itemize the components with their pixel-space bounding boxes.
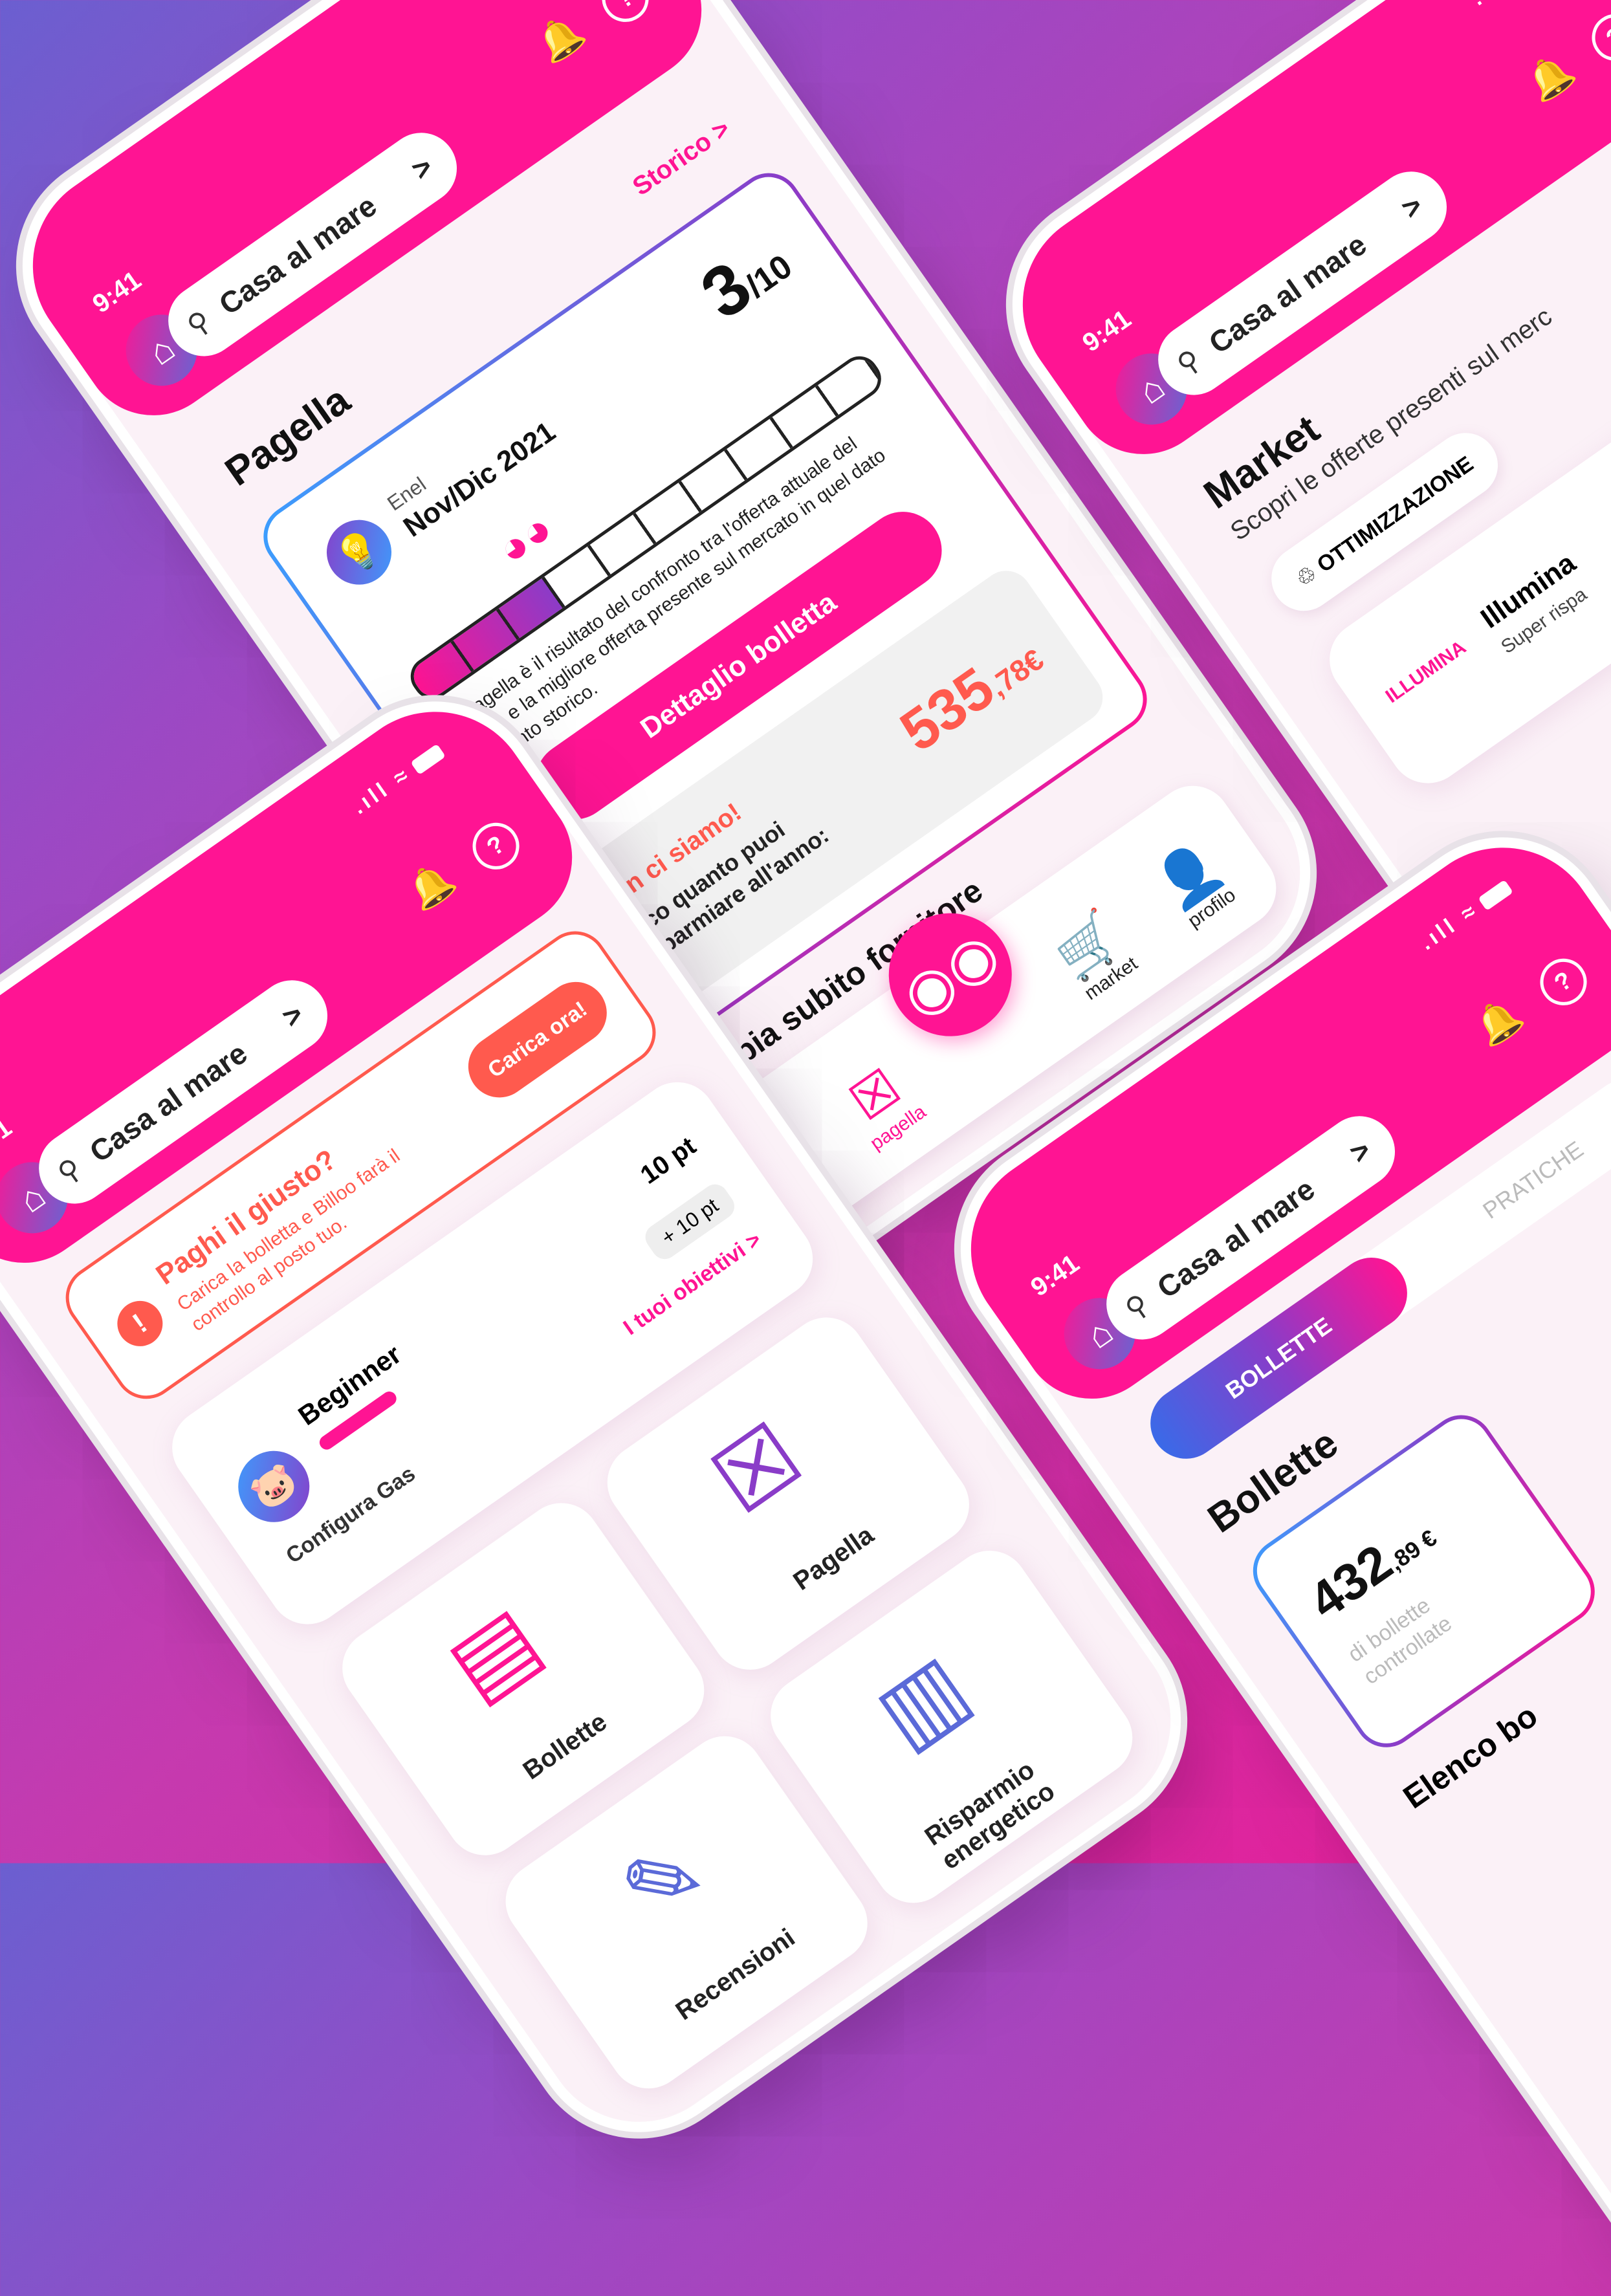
status-time: 9:41: [1025, 1249, 1085, 1302]
help-icon[interactable]: ?: [463, 813, 529, 879]
chevron-right-icon: >: [1343, 1132, 1377, 1170]
location-label: Casa al mare: [1150, 1172, 1321, 1305]
bell-icon[interactable]: 🔔: [529, 7, 592, 70]
mascot-icon: ◕◕: [488, 502, 562, 575]
savings-amount: 535,78€: [889, 622, 1054, 765]
offer-logo: ILLUMINA: [1381, 637, 1470, 708]
piggy-icon: 🐷: [224, 1437, 323, 1536]
provider-icon: 💡: [314, 507, 404, 598]
nav-market[interactable]: 🛒 market: [1045, 904, 1144, 1007]
tile-bollette-label: Bollette: [518, 1707, 612, 1786]
bell-icon[interactable]: 🔔: [1467, 990, 1530, 1053]
document-icon: ▤: [430, 1586, 558, 1719]
location-selector[interactable]: ⚲ Casa al mare >: [154, 118, 471, 371]
storico-link[interactable]: Storico >: [628, 114, 736, 202]
battery-icon: [410, 743, 446, 775]
report-icon: ☒: [694, 1403, 820, 1534]
goals-link[interactable]: I tuoi obiettivi >: [619, 1227, 766, 1341]
pencil-icon: ✎: [603, 1818, 724, 1945]
alert-icon: !: [108, 1292, 172, 1355]
chevron-right-icon: >: [405, 149, 439, 187]
status-icons: .ıll ≈: [1467, 0, 1567, 11]
score-display: 3/10: [686, 218, 804, 335]
nav-pagella[interactable]: ☒ pagella: [833, 1053, 930, 1155]
tile-pagella-label: Pagella: [788, 1520, 879, 1596]
chevron-right-icon: >: [1395, 188, 1429, 226]
help-icon[interactable]: ?: [1583, 5, 1611, 70]
bell-icon[interactable]: 🔔: [1518, 46, 1582, 109]
location-label: Casa al mare: [212, 188, 383, 322]
savings-chart-icon: ▥: [858, 1634, 987, 1767]
nav-profilo[interactable]: 👤 profilo: [1146, 833, 1245, 936]
tile-recensioni-label: Recensioni: [670, 1923, 800, 2026]
help-icon[interactable]: ?: [1531, 949, 1596, 1014]
location-label: Casa al mare: [83, 1036, 254, 1169]
location-label: Casa al mare: [1202, 227, 1373, 360]
header-actions: 🔔 ?: [1451, 947, 1596, 1069]
status-time: 9:41: [1077, 304, 1137, 358]
header-actions: 🔔 ?: [383, 811, 529, 934]
level-points: 10 pt: [635, 1132, 701, 1190]
location-selector[interactable]: ⚲ Casa al mare >: [1144, 157, 1461, 410]
upload-bill-button[interactable]: Carica ora!: [455, 969, 619, 1110]
header-actions: 🔔 ?: [1502, 3, 1611, 125]
chevron-right-icon: >: [276, 996, 310, 1034]
status-time: 9:41: [87, 265, 147, 319]
status-icons: .ıll ≈: [347, 739, 448, 820]
header-actions: 🔔 ?: [512, 0, 658, 86]
bell-icon[interactable]: 🔔: [399, 855, 463, 917]
help-icon[interactable]: ?: [593, 0, 658, 31]
status-icons: .ıll ≈: [1415, 875, 1515, 956]
status-time: 9:41: [0, 1113, 17, 1166]
battery-icon: [1478, 879, 1514, 911]
